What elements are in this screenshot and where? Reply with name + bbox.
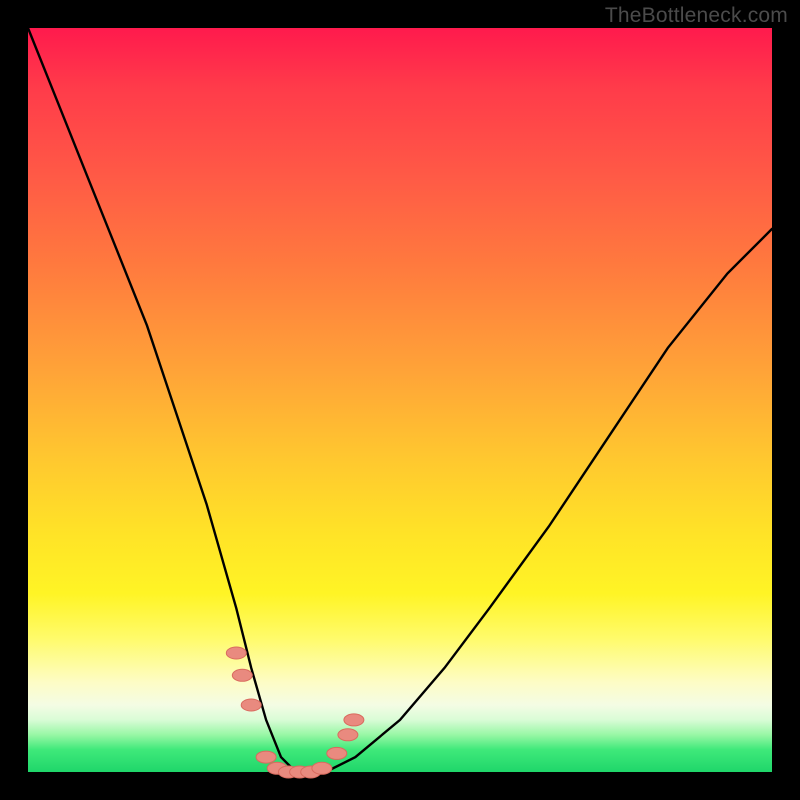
chart-frame: TheBottleneck.com xyxy=(0,0,800,800)
curve-marker xyxy=(226,647,246,659)
curve-layer xyxy=(28,28,772,772)
curve-marker xyxy=(232,669,252,681)
curve-markers xyxy=(226,647,364,778)
bottleneck-curve xyxy=(28,28,772,772)
curve-marker xyxy=(338,729,358,741)
curve-marker xyxy=(312,762,332,774)
curve-marker xyxy=(344,714,364,726)
curve-marker xyxy=(241,699,261,711)
curve-marker xyxy=(256,751,276,763)
curve-marker xyxy=(327,747,347,759)
watermark-text: TheBottleneck.com xyxy=(605,4,788,28)
